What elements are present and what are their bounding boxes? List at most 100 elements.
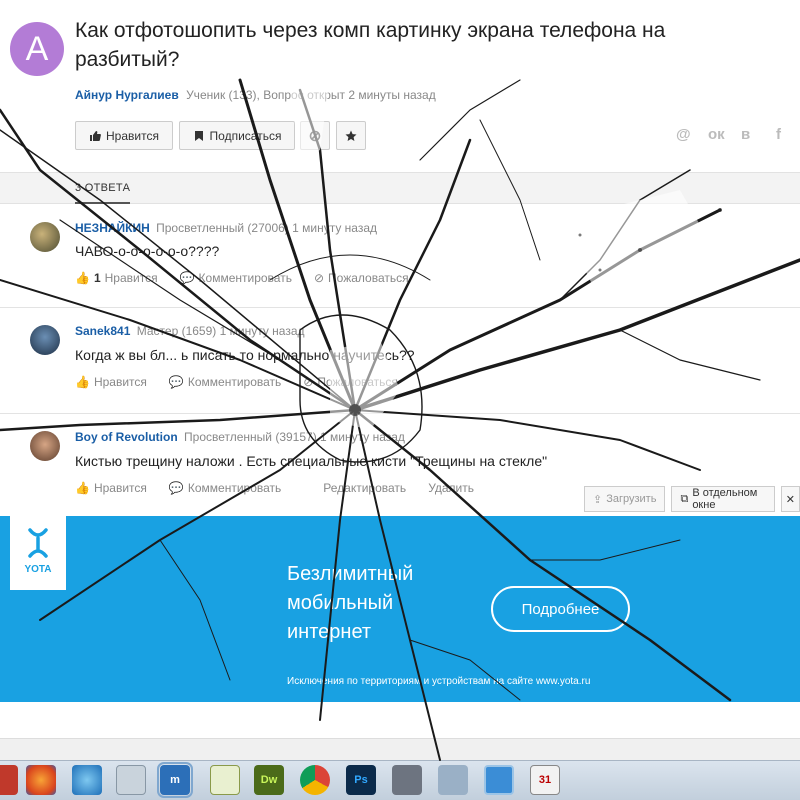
close-form-button[interactable]: ✕: [780, 486, 800, 512]
yota-logo-icon: [28, 528, 48, 558]
like-button-label: Нравится: [106, 128, 159, 143]
yota-ad-banner[interactable]: YOTA Безлимитный мобильный интернет Подр…: [0, 516, 800, 702]
answer-like-label: Нравится: [104, 271, 158, 285]
thumbs-up-icon: 👍: [75, 481, 90, 495]
ad-headline: Безлимитный мобильный интернет: [287, 563, 414, 643]
question-author-link[interactable]: Айнур Нургалиев: [75, 88, 179, 102]
internet-explorer-icon[interactable]: [72, 765, 102, 795]
upload-button[interactable]: ⇪ Загрузить: [584, 486, 666, 512]
comment-icon: 💬: [168, 375, 184, 389]
ad-more-button[interactable]: Подробнее: [491, 586, 630, 632]
windows-taskbar: m Dw Ps 31: [0, 760, 800, 800]
answer-comment-button[interactable]: 💬 Комментировать: [169, 481, 281, 495]
answer-report-label: Пожаловаться: [317, 375, 398, 389]
answers-header: 3 ОТВЕТА: [0, 172, 800, 204]
close-icon: ✕: [785, 493, 795, 506]
answer-header: НЕЗНАЙКИН Просветленный (27006) 1 минуту…: [75, 221, 377, 235]
yota-logo: YOTA: [10, 516, 66, 590]
upload-icon: ⇪: [593, 493, 603, 506]
answer-actions: 👍 Нравится 💬 Комментировать ⊘ Пожаловаться: [75, 375, 398, 389]
block-button[interactable]: [300, 121, 330, 150]
calendar-icon[interactable]: 31: [530, 765, 560, 795]
share-vk-icon[interactable]: в: [741, 126, 750, 143]
external-window-icon: ⧉: [680, 492, 689, 505]
answer-author-avatar[interactable]: [30, 431, 60, 461]
chrome-icon[interactable]: [300, 765, 330, 795]
comment-icon: 💬: [168, 481, 184, 495]
upload-label: Загрузить: [606, 493, 657, 505]
share-mail-icon[interactable]: @: [676, 126, 691, 143]
dreamweaver-icon[interactable]: Dw: [254, 765, 284, 795]
report-icon: ⊘: [313, 271, 325, 285]
separate-window-label: В отдельном окне: [692, 487, 758, 511]
answer-meta: Мастер (1659) 1 минуту назад: [136, 324, 305, 338]
answer-header: Sanek841 Мастер (1659) 1 минуту назад: [75, 324, 305, 338]
firefox-icon[interactable]: [26, 765, 56, 795]
answer-like-button[interactable]: 👍 Нравится: [75, 481, 147, 495]
answer-report-button[interactable]: ⊘ Пожаловаться: [303, 375, 398, 389]
answer-like-button[interactable]: 👍 Нравится: [75, 375, 147, 389]
answer-like-count: 1: [93, 271, 101, 285]
notepad-icon[interactable]: [210, 765, 240, 795]
comment-icon: 💬: [179, 271, 195, 285]
subscribe-button-label: Подписаться: [209, 128, 282, 143]
answer-author-avatar[interactable]: [30, 325, 60, 355]
question-title: Как отфотошопить через комп картинку экр…: [75, 19, 666, 71]
answer-edit-button[interactable]: Редактировать: [323, 481, 406, 495]
answer-meta: Просветленный (27006) 1 минуту назад: [156, 221, 378, 235]
block-icon: [309, 130, 321, 141]
answer-like-label: Нравится: [93, 375, 147, 389]
answer-delete-button[interactable]: Удалить: [428, 481, 474, 495]
answer-header: Boy of Revolution Просветленный (39157) …: [75, 430, 405, 444]
calculator-icon[interactable]: [116, 765, 146, 795]
answer-like-button[interactable]: 👍 1 Нравится: [75, 271, 158, 285]
ad-disclaimer: Исключения по территориям и устройствам …: [287, 676, 591, 687]
answer-delete-label: Удалить: [428, 481, 475, 495]
favorite-button[interactable]: [336, 121, 366, 150]
answer-text: Когда ж вы бл... ь писать то нормально н…: [75, 347, 415, 363]
answer-form-tools: ⇪ Загрузить ⧉ В отдельном окне ✕: [584, 486, 800, 512]
answer-report-label: Пожаловаться: [328, 271, 409, 285]
share-facebook-icon[interactable]: f: [776, 126, 781, 143]
taskbar-app-icon[interactable]: [0, 765, 18, 795]
question-meta-text: Ученик (133), Вопрос открыт 2 минуты наз…: [186, 88, 436, 102]
answer-actions: 👍 1 Нравится 💬 Комментировать ⊘ Пожаловаться: [75, 271, 409, 285]
thumbs-up-icon: [90, 130, 101, 141]
answer-author-link[interactable]: Boy of Revolution: [75, 430, 178, 444]
network-icon[interactable]: [438, 765, 468, 795]
thumbs-up-icon: 👍: [75, 375, 90, 389]
share-ok-icon[interactable]: ок: [708, 126, 725, 143]
answer-edit-label: Редактировать: [323, 481, 407, 495]
answer-report-button[interactable]: ⊘ Пожаловаться: [314, 271, 409, 285]
answer-comment-label: Комментировать: [187, 375, 282, 389]
answer-author-link[interactable]: НЕЗНАЙКИН: [75, 221, 150, 235]
answers-count-tab[interactable]: 3 ОТВЕТА: [75, 182, 131, 204]
answer-text: Кистью трещину наложи . Есть специальные…: [75, 453, 548, 469]
subscribe-button[interactable]: Подписаться: [179, 121, 295, 150]
page-footer-area: [0, 702, 800, 762]
answer-meta: Просветленный (39157) 1 минуту назад: [184, 430, 405, 444]
answer-comment-button[interactable]: 💬 Комментировать: [180, 271, 292, 285]
thumbs-up-icon: 👍: [75, 271, 90, 285]
answer-author-link[interactable]: Sanek841: [75, 324, 130, 338]
answer-comment-button[interactable]: 💬 Комментировать: [169, 375, 281, 389]
recorder-icon[interactable]: [392, 765, 422, 795]
question-meta: Айнур Нургалиев Ученик (133), Вопрос отк…: [75, 88, 436, 102]
footer-strip: [0, 738, 800, 762]
yota-logo-text: YOTA: [24, 564, 52, 575]
answer-item: НЕЗНАЙКИН Просветленный (27006) 1 минуту…: [0, 205, 800, 308]
bookmark-icon: [194, 130, 203, 141]
photoshop-icon[interactable]: Ps: [346, 765, 376, 795]
page: A Как отфотошопить через комп картинку э…: [0, 0, 800, 800]
maxthon-browser-icon[interactable]: m: [157, 762, 193, 798]
answer-actions: 👍 Нравится 💬 Комментировать Редактировать …: [75, 481, 474, 495]
monitor-icon[interactable]: [484, 765, 514, 795]
answer-comment-label: Комментировать: [198, 271, 292, 285]
report-icon: ⊘: [303, 375, 314, 389]
answer-item: Sanek841 Мастер (1659) 1 минуту назад Ко…: [0, 309, 800, 414]
separate-window-button[interactable]: ⧉ В отдельном окне: [671, 486, 775, 512]
like-button[interactable]: Нравится: [75, 121, 173, 150]
answer-author-avatar[interactable]: [30, 222, 60, 252]
question-author-avatar[interactable]: A: [10, 22, 64, 76]
answer-text: ЧАВО-о-о-о-о-о-о????: [75, 243, 220, 259]
